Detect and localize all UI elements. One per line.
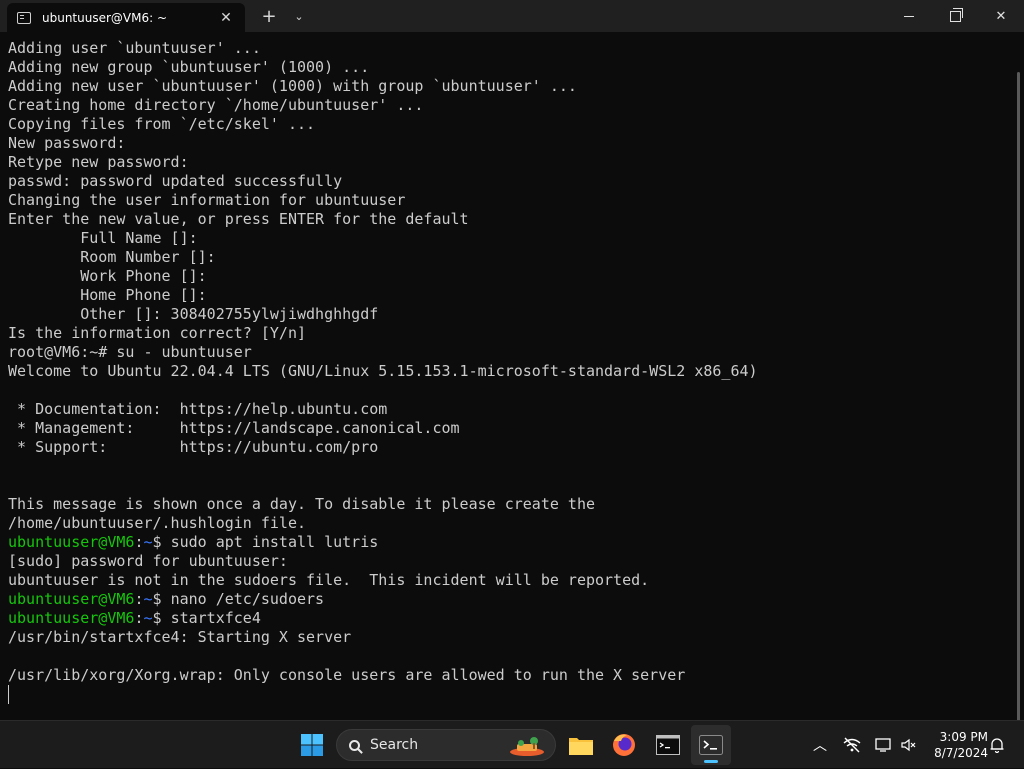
network-monitor-icon[interactable] (872, 721, 896, 769)
terminal-line: Enter the new value, or press ENTER for … (8, 210, 469, 228)
terminal-line: root@VM6:~# su - ubuntuuser (8, 343, 252, 361)
file-explorer-icon (569, 738, 593, 755)
firefox-button[interactable] (604, 725, 644, 765)
speaker-glyph (901, 738, 916, 752)
taskbar-search-box[interactable]: Search (336, 729, 556, 761)
tab-close-icon[interactable]: ✕ (213, 10, 239, 26)
prompt-line: ubuntuuser@VM6:~$ nano /etc/sudoers (8, 590, 758, 609)
terminal-line: Welcome to Ubuntu 22.04.4 LTS (GNU/Linux… (8, 362, 758, 380)
search-icon (349, 739, 360, 751)
monitor-glyph (875, 738, 891, 752)
volume-muted-icon[interactable] (898, 721, 920, 769)
windows-logo-icon (301, 734, 323, 756)
prompt-user: ubuntuuser@VM6 (8, 533, 135, 551)
notifications-bell-icon[interactable] (986, 721, 1008, 769)
terminal-line: /home/ubuntuuser/.hushlogin file. (8, 514, 307, 532)
terminal-line: Work Phone []: (8, 267, 207, 285)
terminal-line: Creating home directory `/home/ubuntuuse… (8, 96, 424, 114)
prompt-path: ~ (143, 609, 153, 627)
network-disconnected-icon[interactable] (840, 721, 864, 769)
terminal-line: Retype new password: (8, 153, 189, 171)
prompt-path: ~ (143, 533, 153, 551)
terminal-line: * Management: https://landscape.canonica… (8, 419, 460, 437)
firefox-icon (613, 734, 635, 756)
tab-dropdown-chevron-icon[interactable]: ⌄ (288, 4, 310, 28)
network-off-glyph (843, 737, 861, 753)
terminal-line: * Documentation: https://help.ubuntu.com (8, 400, 388, 418)
terminal-line: New password: (8, 134, 126, 152)
prompt-dollar: $ (152, 533, 171, 551)
windows-terminal-icon (699, 735, 723, 755)
command-prompt-icon (656, 735, 680, 755)
prompt-user: ubuntuuser@VM6 (8, 609, 135, 627)
clock-time: 3:09 PM (939, 730, 988, 744)
terminal-line: Is the information correct? [Y/n] (8, 324, 307, 342)
terminal-line: * Support: https://ubuntu.com/pro (8, 438, 379, 456)
minimize-icon (904, 15, 914, 17)
terminal-line: Adding new user `ubuntuuser' (1000) with… (8, 77, 577, 95)
prompt-line: ubuntuuser@VM6:~$ startxfce4 (8, 609, 758, 628)
system-clock[interactable]: 3:09 PM 8/7/2024 (924, 729, 988, 761)
text-cursor (8, 685, 9, 704)
terminal-line: ubuntuuser is not in the sudoers file. T… (8, 571, 650, 589)
windows-terminal-button[interactable] (691, 725, 731, 765)
minimize-button[interactable] (886, 0, 932, 32)
prompt-dollar: $ (152, 609, 171, 627)
terminal-line: Adding user `ubuntuuser' ... (8, 39, 261, 57)
close-button[interactable]: ✕ (978, 0, 1024, 32)
taskbar: Search ︿ 3:09 PM 8/7/2024 (0, 720, 1024, 768)
prompt-user: ubuntuuser@VM6 (8, 590, 135, 608)
search-highlight-illustration-icon (510, 737, 544, 756)
restore-icon (949, 7, 963, 22)
terminal-output-area[interactable]: Adding user `ubuntuuser' ... Adding new g… (0, 32, 1024, 720)
tab-title: ubuntuuser@VM6: ~ (42, 10, 168, 25)
tab-terminal[interactable]: ubuntuuser@VM6: ~ ✕ (7, 3, 245, 32)
search-label: Search (370, 737, 419, 753)
terminal-line: Adding new group `ubuntuuser' (1000) ... (8, 58, 370, 76)
prompt-command: startxfce4 (170, 609, 261, 627)
clock-date: 8/7/2024 (934, 746, 988, 760)
terminal-line: Full Name []: (8, 229, 198, 247)
start-button[interactable] (292, 725, 332, 765)
terminal-line: Copying files from `/etc/skel' ... (8, 115, 316, 133)
terminal-line: Room Number []: (8, 248, 216, 266)
terminal-line: Changing the user information for ubuntu… (8, 191, 406, 209)
bell-glyph (990, 738, 1004, 753)
prompt-dollar: $ (152, 590, 171, 608)
terminal-line: [sudo] password for ubuntuuser: (8, 552, 288, 570)
terminal-line: /usr/bin/startxfce4: Starting X server (8, 628, 352, 646)
title-bar: ubuntuuser@VM6: ~ ✕ + ⌄ ✕ (0, 0, 1024, 32)
prompt-line: ubuntuuser@VM6:~$ sudo apt install lutri… (8, 533, 758, 552)
prompt-path: ~ (143, 590, 153, 608)
terminal-line: passwd: password updated successfully (8, 172, 343, 190)
terminal-line: Home Phone []: (8, 286, 207, 304)
file-explorer-button[interactable] (561, 725, 601, 765)
terminal-tab-icon (17, 11, 31, 24)
terminal-scrollbar[interactable] (1017, 72, 1020, 720)
show-hidden-icons-chevron-icon[interactable]: ︿ (808, 721, 832, 769)
command-prompt-button[interactable] (648, 725, 688, 765)
terminal-line: /usr/lib/xorg/Xorg.wrap: Only console us… (8, 666, 686, 684)
restore-button[interactable] (932, 0, 978, 32)
prompt-command: sudo apt install lutris (170, 533, 379, 551)
terminal-text: Adding user `ubuntuuser' ... Adding new g… (8, 39, 758, 685)
terminal-line: Other []: 308402755ylwjiwdhghhgdf (8, 305, 379, 323)
new-tab-button[interactable]: + (258, 4, 280, 28)
terminal-line: This message is shown once a day. To dis… (8, 495, 595, 513)
prompt-command: nano /etc/sudoers (170, 590, 325, 608)
